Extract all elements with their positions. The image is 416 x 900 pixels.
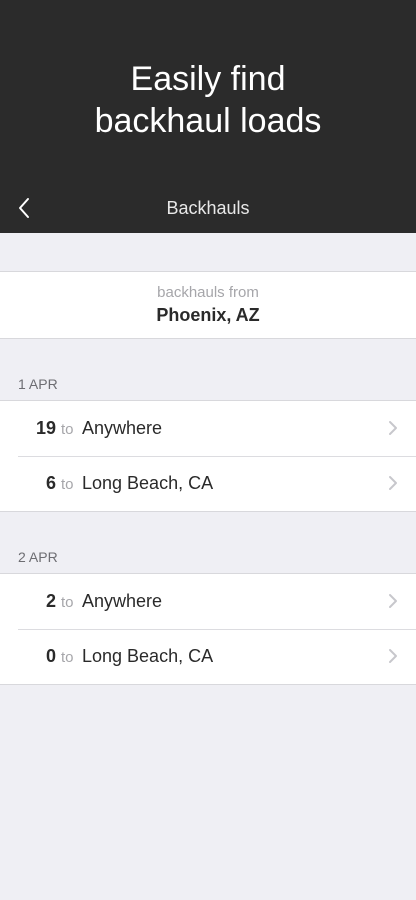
load-count: 6 [45,473,56,493]
destination-label: Anywhere [82,591,163,611]
section-date-header: 2 APR [18,549,58,565]
hero-title: Easily find backhaul loads [0,58,416,142]
hero-title-line-1: Easily find [130,60,286,98]
backhaul-row[interactable]: 19 to Anywhere [0,401,416,456]
navigation-bar: Backhauls [0,190,416,226]
section-date-header: 1 APR [18,376,58,392]
origin-label: backhauls from [157,284,259,301]
to-label: to [61,649,74,666]
load-count: 0 [45,646,56,666]
destination-label: Anywhere [82,418,163,438]
hero-title-line-2: backhaul loads [94,102,322,140]
chevron-right-icon [389,421,397,435]
chevron-right-icon [389,649,397,663]
load-count: 19 [35,418,56,438]
destination-label: Long Beach, CA [82,646,214,666]
chevron-right-icon [389,594,397,608]
origin-city: Phoenix, AZ [156,305,260,325]
backhaul-row[interactable]: 0 to Long Beach, CA [0,629,416,684]
to-label: to [61,421,74,438]
nav-title: Backhauls [166,198,250,218]
to-label: to [61,476,74,493]
chevron-right-icon [389,476,397,490]
destination-label: Long Beach, CA [82,473,214,493]
backhaul-row[interactable]: 6 to Long Beach, CA [0,456,416,511]
origin-card: backhauls from Phoenix, AZ [0,271,416,339]
load-count: 2 [45,591,56,611]
backhaul-list: 19 to Anywhere 6 to Long Beach, CA [0,400,416,512]
backhaul-row[interactable]: 2 to Anywhere [0,574,416,629]
to-label: to [61,594,74,611]
backhaul-list: 2 to Anywhere 0 to Long Beach, CA [0,573,416,685]
hero-banner: Easily find backhaul loads Backhauls [0,0,416,233]
